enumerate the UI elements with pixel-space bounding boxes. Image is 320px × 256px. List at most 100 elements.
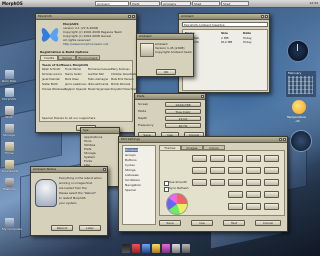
frame-style-button[interactable]	[264, 191, 279, 198]
trash-icon[interactable]	[182, 244, 190, 253]
prefs-window-titlebar[interactable]: Prefs	[135, 94, 205, 100]
close-icon[interactable]	[265, 15, 268, 18]
frame-style-button[interactable]	[246, 191, 261, 198]
cancel-button[interactable]: Cancel	[255, 220, 281, 226]
calendar-month: February	[288, 71, 302, 75]
taskbar-item[interactable]: Shell	[221, 1, 249, 6]
reboot-button[interactable]: Reboot	[51, 225, 73, 231]
frame-style-button[interactable]	[228, 155, 243, 162]
frame-style-button[interactable]	[264, 203, 279, 210]
mode-cycle[interactable]: True Color	[165, 109, 201, 114]
frame-style-button[interactable]	[246, 155, 261, 162]
menu-title[interactable]: MorphOS	[2, 1, 23, 6]
close-icon[interactable]	[283, 138, 286, 141]
frame-style-button[interactable]	[246, 203, 261, 210]
close-icon[interactable]	[103, 168, 106, 171]
category-item[interactable]: Cycles	[125, 163, 135, 167]
column-header[interactable]: Date	[243, 31, 251, 35]
iconify-icon[interactable]	[261, 15, 264, 18]
taskbar-item[interactable]: Ambient	[95, 1, 129, 6]
ambient-icon[interactable]	[132, 244, 140, 253]
team-member: Marek Szyprowski	[88, 88, 111, 91]
team-member: Ralph Schmidt	[42, 68, 61, 71]
notice-line: Everything in the reboot when	[59, 176, 102, 180]
column-header[interactable]: Size	[221, 31, 228, 35]
test-button[interactable]: Test	[223, 220, 245, 226]
window-title: Prefs	[137, 94, 145, 98]
frame-style-button[interactable]	[228, 179, 243, 186]
taskbar-item[interactable]: Shell	[192, 1, 220, 6]
frame-style-button[interactable]	[192, 179, 207, 186]
browser-icon[interactable]	[142, 244, 150, 253]
frame-style-button[interactable]	[210, 155, 225, 162]
frame-style-button[interactable]	[192, 167, 207, 174]
desktop-icon-storage[interactable]: Storage	[2, 124, 16, 137]
mui-window-titlebar[interactable]: MUI Settings	[119, 137, 287, 143]
desktop-icon-label: Work	[5, 115, 13, 119]
ok-button[interactable]: OK	[156, 69, 176, 75]
taskbar-item[interactable]: Prefs	[130, 1, 160, 6]
path-field[interactable]: MorphOS Ambient Desktop	[182, 22, 268, 27]
mail-icon[interactable]	[152, 244, 160, 253]
use-button[interactable]: Use	[191, 220, 213, 226]
frame-style-button[interactable]	[228, 191, 243, 198]
frame-style-button[interactable]	[228, 167, 243, 174]
drive-icon	[4, 88, 14, 97]
notice-window-titlebar[interactable]: Ambient Notice	[31, 167, 107, 173]
sun-icon	[292, 100, 306, 114]
desktop-icon-my-computer[interactable]: My Computer	[2, 218, 22, 231]
team-member: Fabio Alemagna	[88, 78, 108, 81]
prefs-icon[interactable]	[172, 244, 180, 253]
category-item[interactable]: Windows	[125, 148, 139, 152]
category-item[interactable]: Listviews	[125, 173, 139, 177]
frame-style-button[interactable]	[246, 167, 261, 174]
desktop-icon-ram-disk[interactable]: Ram Disk	[2, 70, 16, 83]
category-item[interactable]: Navigation	[125, 183, 141, 187]
frame-style-button[interactable]	[246, 179, 261, 186]
desktop-icon-home[interactable]: Home	[2, 142, 16, 155]
team-member: Mark Olsen	[65, 78, 80, 81]
ambient-window-titlebar[interactable]: Ambient	[179, 14, 269, 20]
frame-style-button[interactable]	[264, 167, 279, 174]
frames-panel: Use Smooth Sync Refresh	[159, 150, 285, 216]
frame-style-button[interactable]	[264, 155, 279, 162]
desktop-icon-work[interactable]: Work	[2, 106, 16, 119]
screen-cycle[interactable]: 1024x768	[165, 102, 201, 107]
desktop-icon-trashcan[interactable]: Trashcan	[2, 178, 16, 191]
iconify-icon[interactable]	[128, 15, 131, 18]
frame-style-button[interactable]	[264, 179, 279, 186]
close-icon[interactable]	[201, 95, 204, 98]
color-wheel-icon[interactable]	[166, 193, 188, 215]
file-list: Name Size Date Ram Disk 2 MB Today Morph…	[182, 29, 268, 91]
frequency-cycle[interactable]: 60 Hz	[165, 123, 201, 128]
category-item[interactable]: Special	[125, 188, 136, 192]
frame-style-button[interactable]	[228, 203, 243, 210]
category-item[interactable]: Groups	[125, 153, 136, 157]
info-dialog-titlebar[interactable]: Ambient	[137, 34, 193, 40]
music-icon[interactable]	[162, 244, 170, 253]
frame-style-button[interactable]	[210, 167, 225, 174]
team-member: Krzysztof Smiechowicz	[111, 88, 137, 91]
taskbar-item[interactable]: Amigans	[161, 1, 191, 6]
desktop-icon-downloads[interactable]: Downloads	[2, 160, 18, 173]
notice-line: your system.	[59, 201, 78, 205]
clock-hand-icon	[297, 44, 298, 51]
frame-style-button[interactable]	[210, 179, 225, 186]
close-icon[interactable]	[132, 15, 135, 18]
save-button[interactable]: Save	[159, 220, 181, 226]
category-item[interactable]: Strings	[125, 168, 136, 172]
category-item[interactable]: Scrollbars	[125, 178, 140, 182]
sys-window-titlebar[interactable]: Sys:	[81, 128, 119, 134]
window-title: Ambient	[181, 14, 194, 18]
about-window-titlebar[interactable]: MorphOS	[36, 14, 136, 20]
later-button[interactable]: Later	[79, 225, 101, 231]
category-item[interactable]: Buttons	[125, 158, 137, 162]
iconify-icon[interactable]	[279, 138, 282, 141]
website-link[interactable]: http://www.morphos-team.net	[63, 42, 108, 46]
window-title: Sys:	[83, 128, 90, 132]
desktop-icon-label: Storage	[3, 133, 15, 137]
frame-style-button[interactable]	[192, 155, 207, 162]
depth-cycle[interactable]: 24 bit	[165, 116, 201, 121]
desktop-icon-morphos[interactable]: MorphOS	[2, 88, 16, 101]
shell-icon[interactable]	[122, 244, 130, 253]
